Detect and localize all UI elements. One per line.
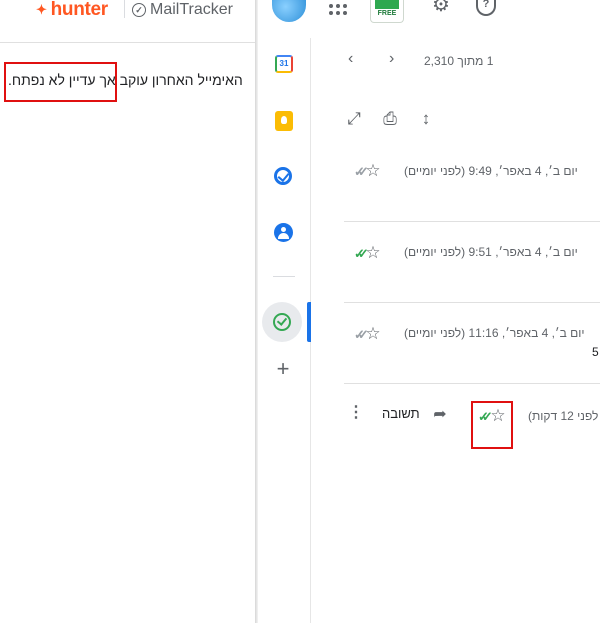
calendar-icon[interactable]: 31 — [275, 55, 293, 73]
star-icon[interactable]: ☆ — [364, 244, 382, 262]
brand-divider — [124, 0, 125, 18]
side-divider — [273, 276, 295, 277]
more-vert-icon[interactable]: ⋮ — [348, 405, 364, 421]
help-icon[interactable]: ? — [476, 0, 496, 16]
hunter-flame-icon: ✦ — [36, 2, 47, 17]
row-divider — [344, 383, 600, 384]
star-icon[interactable]: ☆ — [364, 325, 382, 343]
chevron-left-icon[interactable]: ‹ — [348, 50, 353, 68]
double-check-icon[interactable]: ✓✓ — [354, 328, 369, 341]
mailtracker-check-icon — [273, 313, 291, 331]
contacts-icon[interactable] — [274, 223, 293, 242]
star-icon[interactable]: ☆ — [489, 407, 507, 425]
message-date: יום ב׳, 4 באפר׳, 9:49 (לפני יומיים) — [404, 164, 578, 178]
hunter-label: hunter — [50, 0, 109, 20]
reply-label[interactable]: תשובה — [382, 406, 420, 421]
add-icon[interactable]: + — [274, 358, 292, 380]
double-check-icon[interactable]: ✓✓ — [354, 247, 369, 260]
message-date: יום ב׳, 4 באפר׳, 11:16 (לפני יומיים) — [404, 326, 585, 340]
open-new-window-icon[interactable]: ⤢ — [344, 109, 364, 129]
message-snippet-digit: 5 — [592, 345, 599, 359]
keep-icon[interactable] — [275, 111, 293, 131]
row-divider — [344, 221, 600, 222]
expand-collapse-icon[interactable]: ↕ — [416, 109, 436, 129]
chevron-right-icon[interactable]: › — [389, 50, 394, 68]
mailtracker-check-icon: ✓ — [132, 3, 146, 17]
message-date: לפני 12 דקות) — [528, 409, 599, 423]
double-check-icon[interactable]: ✓✓ — [478, 410, 493, 423]
tasks-icon[interactable] — [274, 167, 292, 185]
free-badge-label: FREE — [377, 10, 397, 17]
message-date: יום ב׳, 4 באפר׳, 9:51 (לפני יומיים) — [404, 245, 578, 259]
hunter-logo[interactable]: ✦ hunter — [36, 0, 108, 20]
mailtracker-free-badge[interactable]: FREE — [370, 0, 404, 23]
account-avatar[interactable] — [272, 0, 306, 22]
pager-text: 1 מתוך 2,310 — [424, 54, 494, 68]
mailtracker-panel — [0, 0, 256, 623]
gear-icon[interactable]: ⚙ — [431, 0, 451, 15]
print-icon[interactable]: ⎙ — [380, 109, 400, 129]
tracking-status-message: האימייל האחרון עוקב אך עדיין לא נפתח. — [8, 72, 243, 88]
apps-grid-icon[interactable] — [329, 0, 347, 15]
active-app-indicator — [307, 302, 311, 342]
row-divider — [344, 302, 600, 303]
double-check-icon[interactable]: ✓✓ — [354, 165, 369, 178]
mailtracker-logo[interactable]: ✓ MailTracker — [132, 0, 233, 20]
reply-arrow-icon[interactable]: ➦ — [431, 407, 449, 423]
mailtracker-label: MailTracker — [150, 1, 233, 18]
star-icon[interactable]: ☆ — [364, 162, 382, 180]
